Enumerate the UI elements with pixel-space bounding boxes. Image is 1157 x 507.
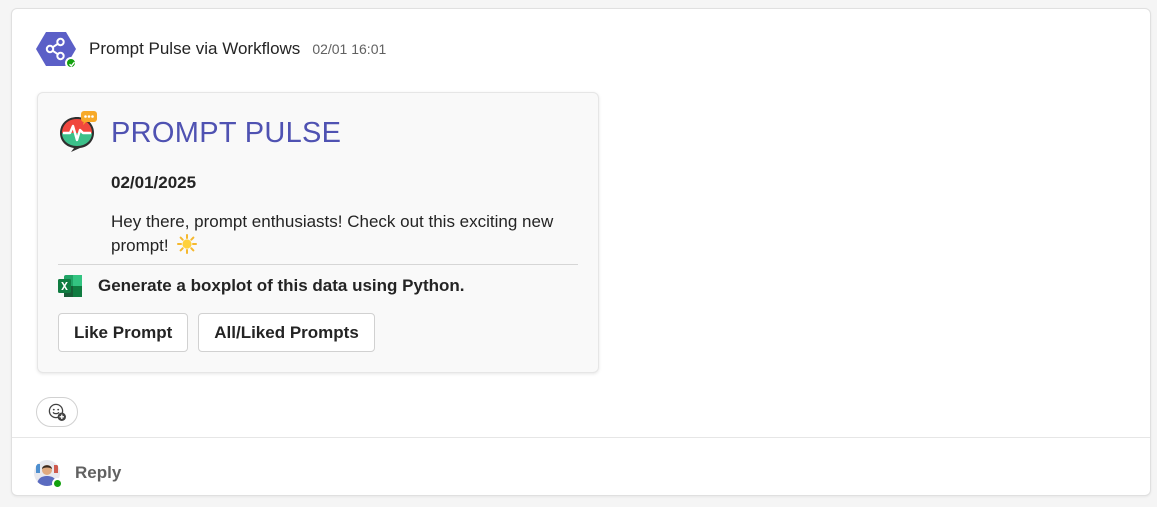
message-header: Prompt Pulse via Workflows 02/01 16:01 <box>36 31 387 69</box>
add-reaction-icon <box>48 403 66 421</box>
card-date: 02/01/2025 <box>111 173 197 192</box>
like-prompt-button[interactable]: Like Prompt <box>58 313 189 352</box>
bot-avatar[interactable] <box>36 31 77 69</box>
prompt-pulse-logo-icon <box>60 111 97 152</box>
message-timestamp: 02/01 16:01 <box>312 41 387 57</box>
footer-divider <box>12 437 1150 438</box>
add-reaction-button[interactable] <box>36 397 78 427</box>
adaptive-card: PROMPT PULSE 02/01/2025 Hey there, promp… <box>37 92 599 373</box>
card-body-text: Hey there, prompt enthusiasts! Check out… <box>111 210 581 258</box>
reply-label: Reply <box>75 463 122 482</box>
sun-emoji <box>177 234 198 254</box>
user-presence-icon <box>52 478 63 489</box>
prompt-row: Generate a boxplot of this data using Py… <box>58 275 464 297</box>
excel-icon <box>58 275 82 297</box>
card-actions: Like Prompt All/Liked Prompts <box>58 313 375 352</box>
all-liked-prompts-button[interactable]: All/Liked Prompts <box>198 313 375 352</box>
message-post: Prompt Pulse via Workflows 02/01 16:01 P… <box>11 8 1151 496</box>
sender-name[interactable]: Prompt Pulse via Workflows <box>89 39 300 59</box>
prompt-text: Generate a boxplot of this data using Py… <box>98 276 465 295</box>
presence-available-icon <box>65 57 77 69</box>
user-avatar <box>34 460 63 489</box>
card-title: PROMPT PULSE <box>111 117 342 149</box>
reply-button[interactable]: Reply <box>34 460 122 489</box>
card-divider <box>58 264 578 265</box>
